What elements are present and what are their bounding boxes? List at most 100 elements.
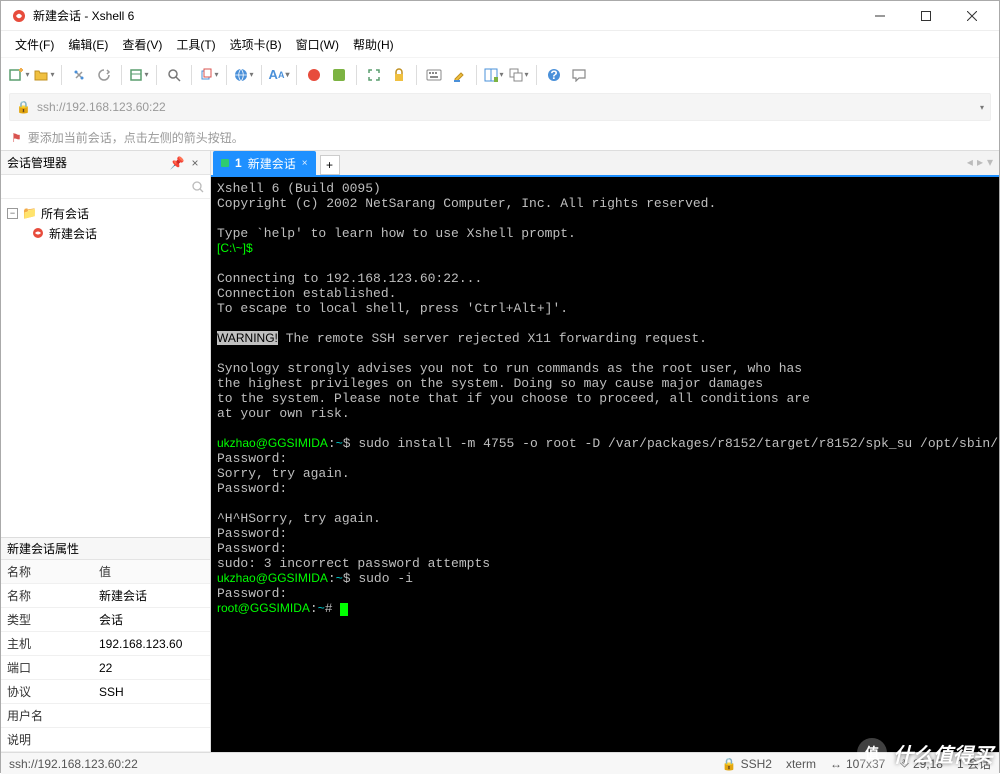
property-key: 主机 <box>1 632 93 656</box>
property-row: 协议SSH <box>1 680 210 704</box>
property-value <box>93 704 210 728</box>
property-row: 端口22 <box>1 656 210 680</box>
globe-icon[interactable]: ▾ <box>232 63 256 87</box>
property-value: 新建会话 <box>93 584 210 608</box>
help-icon[interactable]: ? <box>542 63 566 87</box>
menubar: 文件(F) 编辑(E) 查看(V) 工具(T) 选项卡(B) 窗口(W) 帮助(… <box>1 31 999 57</box>
xshell-icon[interactable] <box>302 63 326 87</box>
property-value: SSH <box>93 680 210 704</box>
reconnect-icon[interactable] <box>67 63 91 87</box>
lock-icon: 🔒 <box>16 100 31 114</box>
resize-icon: ↔ <box>830 757 842 771</box>
dropdown-icon[interactable]: ▾ <box>980 103 984 112</box>
titlebar: 新建会话 - Xshell 6 <box>1 1 999 31</box>
close-button[interactable] <box>949 1 995 31</box>
property-value: 192.168.123.60 <box>93 632 210 656</box>
sidebar-close-icon[interactable]: × <box>186 156 204 170</box>
status-term: xterm <box>786 757 816 771</box>
cursor-icon: ⎀ <box>899 756 909 771</box>
status-sessions: 1 会话 <box>957 755 991 772</box>
tab-prev-icon[interactable]: ◂ <box>967 155 973 169</box>
add-tab-button[interactable]: + <box>320 155 340 175</box>
collapse-icon[interactable]: − <box>7 208 18 219</box>
menu-edit[interactable]: 编辑(E) <box>62 33 114 56</box>
session-tree: − 📁 所有会话 新建会话 <box>1 199 210 537</box>
tab-menu-icon[interactable]: ▾ <box>987 155 993 169</box>
status-dot-icon <box>221 159 229 167</box>
folder-icon: 📁 <box>22 206 37 220</box>
tree-root-label: 所有会话 <box>41 205 89 222</box>
property-key: 端口 <box>1 656 93 680</box>
xftp-icon[interactable] <box>327 63 351 87</box>
cascade-icon[interactable]: ▾ <box>507 63 531 87</box>
feedback-icon[interactable] <box>567 63 591 87</box>
prop-header-name: 名称 <box>1 560 93 584</box>
keyboard-icon[interactable] <box>422 63 446 87</box>
tabs-row: 1 新建会话 × + ◂ ▸ ▾ <box>211 151 999 177</box>
disconnect-icon[interactable] <box>92 63 116 87</box>
tab-number: 1 <box>235 156 242 170</box>
property-row: 用户名 <box>1 704 210 728</box>
menu-view[interactable]: 查看(V) <box>116 33 168 56</box>
tree-root[interactable]: − 📁 所有会话 <box>7 203 204 223</box>
app-icon <box>11 8 27 24</box>
tab-label: 新建会话 <box>248 155 296 172</box>
maximize-button[interactable] <box>903 1 949 31</box>
session-tab[interactable]: 1 新建会话 × <box>213 151 316 175</box>
status-address: ssh://192.168.123.60:22 <box>9 757 138 771</box>
sidebar-search[interactable] <box>1 175 210 199</box>
copy-icon[interactable]: ▾ <box>197 63 221 87</box>
address-text: ssh://192.168.123.60:22 <box>37 100 973 114</box>
session-icon <box>31 226 45 240</box>
menu-file[interactable]: 文件(F) <box>9 33 60 56</box>
tree-session-label: 新建会话 <box>49 225 97 242</box>
menu-window[interactable]: 窗口(W) <box>290 33 345 56</box>
properties-icon[interactable]: ▾ <box>127 63 151 87</box>
fullscreen-icon[interactable] <box>362 63 386 87</box>
lock-icon[interactable] <box>387 63 411 87</box>
property-key: 说明 <box>1 728 93 752</box>
properties-panel: 新建会话属性 名称 值 名称新建会话类型会话主机192.168.123.60端口… <box>1 537 210 752</box>
property-value: 会话 <box>93 608 210 632</box>
prop-header-value: 值 <box>93 560 210 584</box>
tab-close-icon[interactable]: × <box>302 158 308 169</box>
new-session-icon[interactable]: ▾ <box>7 63 31 87</box>
minimize-button[interactable] <box>857 1 903 31</box>
highlight-icon[interactable] <box>447 63 471 87</box>
status-protocol: SSH2 <box>741 757 772 771</box>
svg-text:?: ? <box>550 68 557 82</box>
sidebar: 会话管理器 📌 × − 📁 所有会话 新建会话 新建会话属性 名称 <box>1 151 211 752</box>
property-row: 类型会话 <box>1 608 210 632</box>
menu-tabs[interactable]: 选项卡(B) <box>224 33 288 56</box>
property-key: 协议 <box>1 680 93 704</box>
tab-next-icon[interactable]: ▸ <box>977 155 983 169</box>
flag-icon: ⚑ <box>11 131 22 145</box>
property-key: 名称 <box>1 584 93 608</box>
content-area: 1 新建会话 × + ◂ ▸ ▾ Xshell 6 (Build 0095) C… <box>211 151 999 752</box>
window-title: 新建会话 - Xshell 6 <box>33 7 857 24</box>
toolbar: ▾ ▾ ▾ ▾ ▾ AA▾ ▾ ▾ ? <box>1 57 999 91</box>
menu-help[interactable]: 帮助(H) <box>347 33 400 56</box>
address-bar[interactable]: 🔒 ssh://192.168.123.60:22 ▾ <box>9 93 991 121</box>
sidebar-title: 会话管理器 <box>7 154 168 171</box>
search-icon[interactable] <box>162 63 186 87</box>
tree-session-item[interactable]: 新建会话 <box>7 223 204 243</box>
hint-text: 要添加当前会话，点击左侧的箭头按钮。 <box>28 129 244 146</box>
property-row: 名称新建会话 <box>1 584 210 608</box>
property-key: 用户名 <box>1 704 93 728</box>
properties-title: 新建会话属性 <box>1 538 210 560</box>
property-value <box>93 728 210 752</box>
terminal[interactable]: Xshell 6 (Build 0095) Copyright (c) 2002… <box>211 177 999 752</box>
font-icon[interactable]: AA▾ <box>267 63 291 87</box>
layout-icon[interactable]: ▾ <box>482 63 506 87</box>
menu-tools[interactable]: 工具(T) <box>170 33 221 56</box>
search-icon <box>192 181 204 193</box>
open-icon[interactable]: ▾ <box>32 63 56 87</box>
property-key: 类型 <box>1 608 93 632</box>
property-row: 主机192.168.123.60 <box>1 632 210 656</box>
sidebar-header: 会话管理器 📌 × <box>1 151 210 175</box>
lock-icon: 🔒 <box>722 757 737 771</box>
property-value: 22 <box>93 656 210 680</box>
pin-icon[interactable]: 📌 <box>168 156 186 170</box>
hint-bar: ⚑ 要添加当前会话，点击左侧的箭头按钮。 <box>1 125 999 151</box>
